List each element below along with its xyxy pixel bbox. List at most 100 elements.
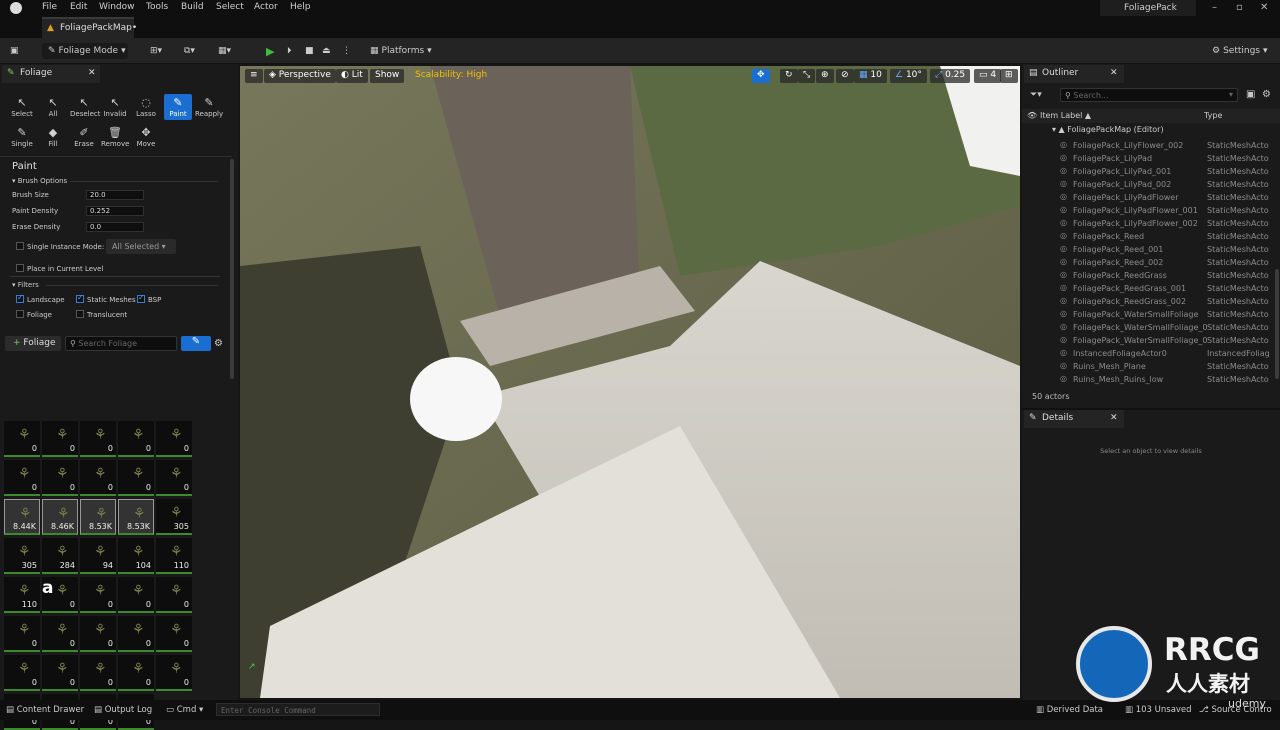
eject-icon[interactable]: ⏏ (322, 43, 331, 59)
outliner-row[interactable]: ◎ FoliagePack_LilyPadFlower_001 StaticMesh… (1022, 204, 1277, 217)
maximize-viewport-icon[interactable]: ⊞ (1000, 69, 1018, 83)
foliage-type-tile[interactable]: ⚘0 (42, 616, 78, 652)
menu-help[interactable]: Help (290, 2, 311, 12)
menu-window[interactable]: Window (99, 2, 135, 12)
type-column[interactable]: Type (1204, 111, 1222, 120)
menu-tools[interactable]: Tools (146, 2, 168, 12)
foliage-type-tile[interactable]: ⚘0 (156, 577, 192, 613)
blueprint-icon[interactable]: ⧉▾ (184, 43, 195, 59)
close-window-icon[interactable]: ✕ (1260, 2, 1268, 13)
static-meshes-checkbox[interactable] (76, 293, 84, 303)
maximize-icon[interactable]: ▫ (1236, 2, 1243, 13)
item-label-column[interactable]: Item Label ▲ (1040, 111, 1091, 120)
paint-density-field[interactable]: 0.252 (86, 206, 144, 216)
filter-bsp[interactable]: BSP (137, 293, 161, 304)
minimize-icon[interactable]: – (1212, 2, 1217, 13)
foliage-type-tile[interactable]: ⚘ 110 (4, 577, 40, 613)
outliner-row[interactable]: ◎ Ruins_Mesh_Ruins_low StaticMeshActo (1022, 373, 1277, 386)
outliner-row[interactable]: ◎ FoliagePack_Reed_002 StaticMeshActo (1022, 256, 1277, 269)
foliage-type-tile[interactable]: ⚘0 (42, 655, 78, 691)
foliage-type-tile[interactable]: ⚘0 (4, 421, 40, 457)
mode-dropdown[interactable]: ✎ Foliage Mode ▾ (42, 43, 128, 59)
foliage-type-tile[interactable]: ⚘0 (80, 460, 116, 496)
foliage-type-tile[interactable]: ⚘ 110 (156, 538, 192, 574)
derived-data-button[interactable]: ▥ Derived Data (1036, 705, 1103, 715)
foliage-type-tile[interactable]: ⚘ 94 (80, 538, 116, 574)
filter-static-meshes[interactable]: Static Meshes (76, 293, 136, 304)
foliage-type-tile[interactable]: ⚘ 104 (118, 538, 154, 574)
foliage-type-tile[interactable]: ⚘ 305 (4, 538, 40, 574)
foliage-type-tile[interactable]: ⚘ 284 (42, 538, 78, 574)
camera-speed-button[interactable]: ▭ 4 (974, 69, 1002, 83)
outliner-row[interactable]: ◎ FoliagePack_ReedGrass StaticMeshActo (1022, 269, 1277, 282)
save-icon[interactable]: ▣ (10, 43, 19, 59)
scale-snap-button[interactable]: ⤢ 0.25 (930, 69, 971, 83)
tool-select[interactable]: ↖ Select (8, 96, 36, 118)
foliage-type-tile[interactable]: ⚘0 (42, 421, 78, 457)
outliner-tab[interactable]: ▤ Outliner ✕ (1024, 65, 1124, 83)
foliage-type-tile[interactable]: ⚘0 (118, 577, 154, 613)
settings-button[interactable]: ⚙ Settings ▾ (1212, 43, 1268, 59)
foliage-type-tile[interactable]: ⚘ 305 (156, 499, 192, 535)
foliage-type-tile[interactable]: ⚘0 (118, 616, 154, 652)
unsaved-button[interactable]: ▥ 103 Unsaved (1125, 705, 1192, 715)
landscape-checkbox[interactable] (16, 293, 24, 303)
world-root-row[interactable]: ▾ ▲ FoliagePackMap (Editor) (1052, 125, 1164, 134)
filter-foliage[interactable]: Foliage (16, 310, 52, 319)
menu-file[interactable]: File (42, 2, 57, 12)
outliner-row[interactable]: ◎ Ruins_Mesh_Plane StaticMeshActo (1022, 360, 1277, 373)
single-instance-checkbox[interactable] (16, 242, 24, 250)
perspective-button[interactable]: ◈ Perspective (264, 69, 336, 83)
foliage-type-tile[interactable]: ⚘0 (118, 421, 154, 457)
tool-paint[interactable]: ✎ Paint (164, 94, 192, 120)
add-foliage-button[interactable]: + Foliage (5, 336, 61, 351)
outliner-row[interactable]: ◎ FoliagePack_WaterSmallFoliage StaticMesh… (1022, 308, 1277, 321)
unreal-logo-icon[interactable] (10, 2, 22, 14)
tool-invalid[interactable]: ↖ Invalid (101, 96, 129, 118)
outliner-row[interactable]: ◎ InstancedFoliageActor0 InstancedFoliag (1022, 347, 1277, 360)
foliage-type-tile[interactable]: ⚘0 (4, 460, 40, 496)
viewport-menu-button[interactable]: ≡ (245, 69, 263, 83)
world-space-icon[interactable]: ⊕ (816, 69, 834, 83)
foliage-type-tile[interactable]: ⚘0 (80, 421, 116, 457)
add-folder-icon[interactable]: ▣ (1246, 89, 1255, 100)
tool-fill[interactable]: ◆ Fill (39, 126, 67, 148)
foliage-type-tile[interactable]: ⚘ 8.46K (42, 499, 78, 535)
foliage-type-tile[interactable]: ⚘0 (80, 577, 116, 613)
filter-translucent[interactable]: Translucent (76, 310, 127, 319)
foliage-type-tile[interactable]: ⚘ 8.44K (4, 499, 40, 535)
scalability-warning[interactable]: Scalability: High (410, 69, 492, 83)
outliner-row[interactable]: ◎ FoliagePack_LilyFlower_002 StaticMeshAct… (1022, 139, 1277, 152)
details-tab[interactable]: ✎ Details ✕ (1024, 410, 1124, 428)
output-log-button[interactable]: ▤ Output Log (94, 705, 152, 715)
outliner-row[interactable]: ◎ FoliagePack_WaterSmallFoliage_0 StaticMe… (1022, 321, 1277, 334)
translucent-checkbox[interactable] (76, 310, 84, 318)
foliage-type-tile[interactable]: ⚘0 (4, 616, 40, 652)
foliage-type-tile[interactable]: ⚘0 (118, 655, 154, 691)
foliage-type-tile[interactable]: ⚘0 (42, 460, 78, 496)
foliage-type-tile[interactable]: ⚘0 (80, 616, 116, 652)
outliner-row[interactable]: ◎ FoliagePack_ReedGrass_002 StaticMeshActo (1022, 295, 1277, 308)
place-current-level-checkbox[interactable] (16, 264, 24, 272)
outliner-row[interactable]: ◎ FoliagePack_LilyPad_002 StaticMeshActo (1022, 178, 1277, 191)
visibility-icon[interactable]: 👁 (1027, 111, 1037, 120)
lit-button[interactable]: ◐ Lit (336, 69, 368, 83)
brush-size-field[interactable]: 20.0 (86, 190, 144, 200)
menu-actor[interactable]: Actor (254, 2, 278, 12)
foliage-type-tile[interactable]: ⚘ 8.53K (80, 499, 116, 535)
step-icon[interactable]: ⏵ (287, 43, 292, 59)
menu-select[interactable]: Select (216, 2, 244, 12)
outliner-row[interactable]: ◎ FoliagePack_LilyPadFlower StaticMeshActo (1022, 191, 1277, 204)
single-instance-dropdown[interactable]: All Selected ▾ (106, 239, 176, 254)
cmd-dropdown[interactable]: ▭ Cmd ▾ (166, 705, 203, 715)
close-icon[interactable]: ✕ (1110, 68, 1118, 78)
tool-lasso[interactable]: ◌ Lasso (132, 96, 160, 118)
show-button[interactable]: Show (370, 69, 405, 83)
add-actor-icon[interactable]: ⊞▾ (150, 43, 162, 59)
outliner-row[interactable]: ◎ FoliagePack_ReedGrass_001 StaticMeshActo (1022, 282, 1277, 295)
rotation-snap-button[interactable]: ∠ 10° (890, 69, 927, 83)
platforms-dropdown[interactable]: ▦ Platforms ▾ (370, 43, 432, 59)
grid-snap-button[interactable]: ▦ 10 (854, 69, 887, 83)
surface-snap-icon[interactable]: ⊘ (836, 69, 854, 83)
menu-edit[interactable]: Edit (70, 2, 87, 12)
